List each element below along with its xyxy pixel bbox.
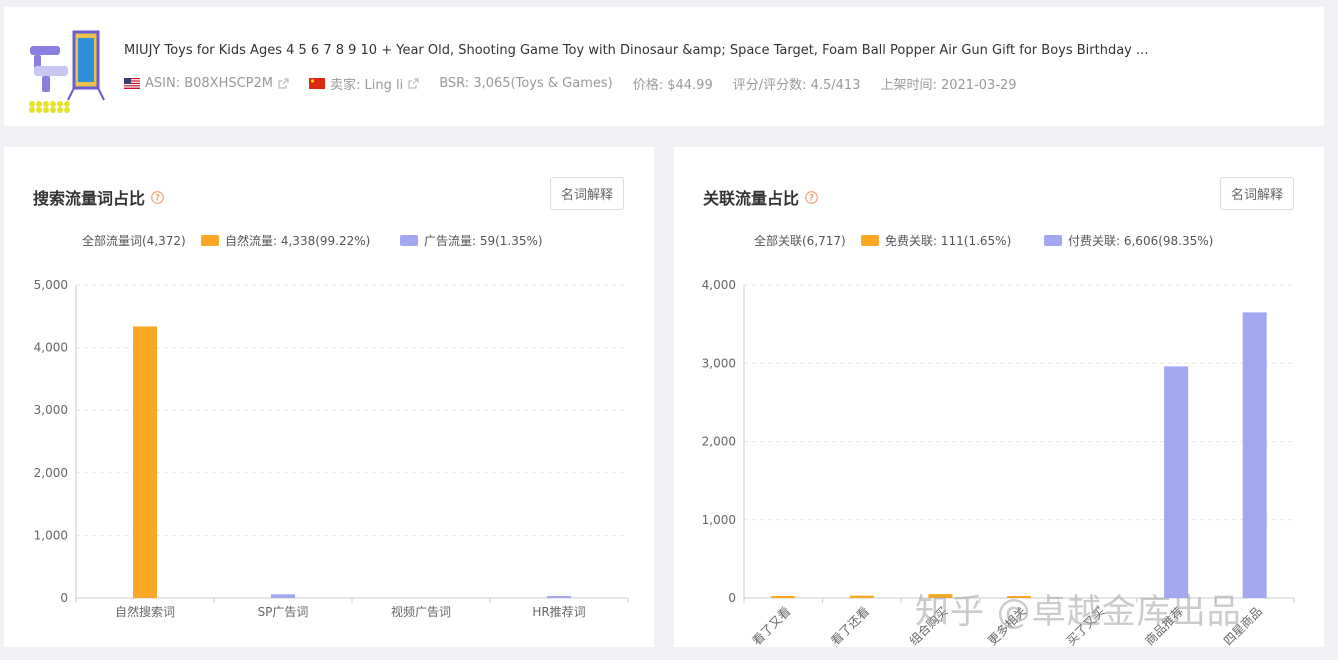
explain-button[interactable]: 名词解释 [550,177,624,210]
product-card: MIUJY Toys for Kids Ages 4 5 6 7 8 9 10 … [4,7,1324,126]
bar-免费关联 [771,596,796,598]
y-tick-label: 4,000 [702,278,736,292]
explain-button[interactable]: 名词解释 [1220,177,1294,210]
search-traffic-panel: 搜索流量词占比 ? 名词解释 全部流量词(4,372) 自然流量: 4,338(… [4,147,654,647]
legend-swatch-ad [400,234,418,246]
y-tick-label: 2,000 [34,466,68,480]
bar-付费关联 [1242,312,1267,598]
asin-item: ASIN: B08XHSCP2M [124,76,289,91]
price-item: 价格: $44.99 [633,74,713,93]
panel-title: 关联流量占比 ? [703,185,818,209]
external-link-icon[interactable] [408,78,419,89]
external-link-icon[interactable] [278,78,289,89]
product-meta-row: ASIN: B08XHSCP2M 卖家: Ling li BSR: 3,065(… [124,74,1037,93]
y-tick-label: 4,000 [34,341,68,355]
seller-item: 卖家: Ling li [309,74,419,93]
launch-text: 上架时间: 2021-03-29 [880,78,1017,93]
related-traffic-title: 关联流量占比 [703,189,800,208]
svg-text:?: ? [809,193,814,203]
legend-paid[interactable]: 付费关联: 6,606(98.35%) [1044,232,1213,249]
y-tick-label: 2,000 [702,435,736,449]
legend-paid-label: 付费关联: 6,606(98.35%) [1068,233,1214,248]
asin-text: ASIN: B08XHSCP2M [145,76,274,91]
bar-广告流量 [271,594,295,598]
legend-natural-label: 自然流量: 4,338(99.22%) [225,233,371,248]
bar-付费关联 [1164,366,1189,598]
legend-swatch-natural [201,234,219,246]
legend-swatch-paid [1044,234,1062,246]
y-tick-label: 0 [60,591,68,605]
panel-title: 搜索流量词占比 ? [33,185,164,209]
svg-text:?: ? [155,193,160,203]
legend-ad[interactable]: 广告流量: 59(1.35%) [400,232,543,249]
y-tick-label: 5,000 [34,278,68,292]
bsr-item: BSR: 3,065(Toys & Games) [439,76,612,91]
x-tick-label: 看了还看 [828,604,872,647]
x-tick-label: HR推荐词 [532,605,585,619]
y-tick-label: 1,000 [34,528,68,542]
legend-ad-label: 广告流量: 59(1.35%) [424,233,543,248]
x-tick-label: SP广告词 [258,605,309,619]
rating-text: 评分/评分数: 4.5/413 [732,78,861,93]
launch-item: 上架时间: 2021-03-29 [880,74,1016,93]
x-tick-label: 看了又看 [750,604,794,647]
product-title[interactable]: MIUJY Toys for Kids Ages 4 5 6 7 8 9 10 … [124,43,1148,58]
x-tick-label: 自然搜索词 [115,604,175,619]
bsr-text: BSR: 3,065(Toys & Games) [439,76,613,91]
legend-natural[interactable]: 自然流量: 4,338(99.22%) [201,232,370,249]
legend-free-label: 免费关联: 111(1.65%) [885,233,1012,248]
x-tick-label: 视频广告词 [391,604,451,619]
product-thumbnail[interactable] [24,26,108,114]
watermark: 知乎 @卓越金库出品 [915,592,1242,632]
rating-item: 评分/评分数: 4.5/413 [733,74,861,93]
cn-flag-icon [309,78,326,89]
legend-free[interactable]: 免费关联: 111(1.65%) [861,232,1011,249]
us-flag-icon [124,78,140,89]
bar-广告流量 [547,596,571,598]
related-traffic-panel: 关联流量占比 ? 名词解释 全部关联(6,717) 免费关联: 111(1.65… [674,147,1324,647]
bar-自然流量 [133,326,157,598]
y-tick-label: 1,000 [702,513,736,527]
legend-total[interactable]: 全部关联(6,717) [754,232,846,249]
help-icon[interactable]: ? [151,190,164,204]
y-tick-label: 3,000 [702,356,736,370]
search-traffic-title: 搜索流量词占比 [33,189,146,208]
price-text: 价格: $44.99 [632,78,713,93]
legend-swatch-free [861,234,879,246]
y-tick-label: 3,000 [34,403,68,417]
y-tick-label: 0 [728,591,736,605]
help-icon[interactable]: ? [805,190,818,204]
seller-text[interactable]: 卖家: Ling li [330,74,403,93]
search-traffic-chart: 0 1,000 2,000 3,000 4,000 5,000 自然搜索词 SP广告词 视频广告… [34,278,629,619]
legend-total[interactable]: 全部流量词(4,372) [82,232,186,249]
bar-免费关联 [849,595,874,598]
